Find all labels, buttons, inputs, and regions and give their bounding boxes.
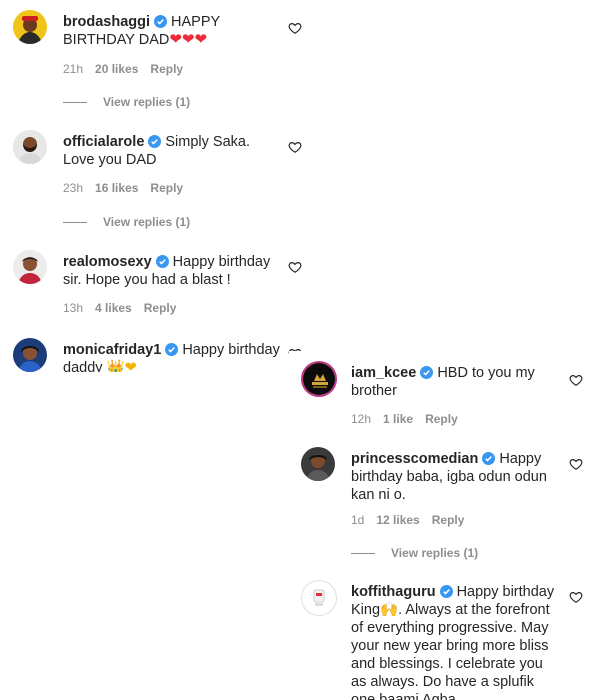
- comment-time[interactable]: 12h: [351, 412, 371, 426]
- username-link[interactable]: koffithaguru: [351, 584, 436, 600]
- heart-outline-icon[interactable]: [569, 457, 583, 471]
- divider-line: [63, 222, 87, 224]
- avatar[interactable]: [301, 580, 337, 616]
- reply-button[interactable]: Reply: [150, 62, 183, 76]
- reply-button[interactable]: Reply: [425, 412, 458, 426]
- verified-badge-icon: [165, 343, 179, 356]
- username-link[interactable]: monicafriday1: [63, 342, 161, 358]
- avatar[interactable]: [13, 10, 47, 44]
- reply-button[interactable]: Reply: [150, 181, 183, 195]
- username-link[interactable]: princesscomedian: [351, 451, 478, 467]
- crown-heart-emoji: 👑❤: [106, 360, 137, 372]
- comment-meta: 13h 4 likes Reply: [63, 301, 188, 315]
- verified-badge-icon: [154, 15, 168, 28]
- comment-meta: 21h 20 likes Reply: [63, 62, 195, 76]
- heart-emoji: ❤❤❤: [169, 31, 208, 48]
- divider-line: [63, 102, 87, 104]
- username-link[interactable]: officialarole: [63, 134, 144, 150]
- comment-meta: 1d 12 likes Reply: [351, 513, 476, 527]
- comment-time[interactable]: 21h: [63, 62, 83, 76]
- username-link[interactable]: brodashaggi: [63, 14, 150, 30]
- username-link[interactable]: iam_kcee: [351, 365, 416, 381]
- view-replies-button[interactable]: View replies (1): [351, 546, 478, 560]
- avatar-with-story-ring[interactable]: [301, 361, 337, 397]
- avatar[interactable]: [13, 250, 47, 284]
- likes-count[interactable]: 20 likes: [95, 62, 138, 76]
- reply-button[interactable]: Reply: [432, 513, 465, 527]
- comment-text: officialarole Simply Saka. Love you DAD: [63, 134, 251, 168]
- comments-pane-right: iam_kcee HBD to you my brother 12h 1 like R…: [289, 351, 600, 700]
- avatar[interactable]: [301, 447, 335, 481]
- comment-text: princesscomedian Happy birthday baba, igb…: [351, 451, 547, 503]
- heart-outline-icon[interactable]: [569, 373, 583, 387]
- comment-meta: 23h 16 likes Reply: [63, 181, 195, 195]
- comment-text: iam_kcee HBD to you my brother: [351, 365, 535, 399]
- avatar[interactable]: [13, 130, 47, 164]
- comment-text: brodashaggi HAPPY BIRTHDAY DAD❤❤❤: [63, 14, 220, 48]
- comment-time[interactable]: 23h: [63, 181, 83, 195]
- likes-count[interactable]: 1 like: [383, 412, 413, 426]
- comment-time[interactable]: 1d: [351, 513, 364, 527]
- view-replies-button[interactable]: View replies (1): [63, 215, 190, 229]
- heart-outline-icon[interactable]: [569, 590, 583, 604]
- comments-pane-left: brodashaggi HAPPY BIRTHDAY DAD❤❤❤ 21h 20 l…: [0, 0, 310, 372]
- comment-text: monicafriday1 Happy birthday daddy 👑❤: [63, 341, 283, 372]
- comment-text: realomosexy Happy birthday sir. Hope you …: [63, 254, 271, 288]
- reply-button[interactable]: Reply: [144, 301, 177, 315]
- likes-count[interactable]: 12 likes: [376, 513, 419, 527]
- likes-count[interactable]: 16 likes: [95, 181, 138, 195]
- verified-badge-icon: [420, 366, 434, 379]
- avatar[interactable]: [13, 338, 47, 372]
- verified-badge-icon: [482, 452, 496, 465]
- heart-outline-icon[interactable]: [288, 260, 302, 274]
- view-replies-button[interactable]: View replies (1): [63, 95, 190, 109]
- verified-badge-icon: [148, 135, 162, 148]
- verified-badge-icon: [155, 255, 169, 268]
- comment-text: koffithaguru Happy birthday King🙌. Always…: [351, 584, 555, 700]
- verified-badge-icon: [439, 585, 453, 598]
- heart-outline-icon[interactable]: [288, 140, 302, 154]
- heart-outline-icon[interactable]: [288, 21, 302, 35]
- comment-time[interactable]: 13h: [63, 301, 83, 315]
- raised-hands-emoji: 🙌: [380, 602, 399, 618]
- username-link[interactable]: realomosexy: [63, 254, 152, 270]
- likes-count[interactable]: 4 likes: [95, 301, 132, 315]
- divider-line: [351, 553, 375, 555]
- comment-meta: 12h 1 like Reply: [351, 412, 470, 426]
